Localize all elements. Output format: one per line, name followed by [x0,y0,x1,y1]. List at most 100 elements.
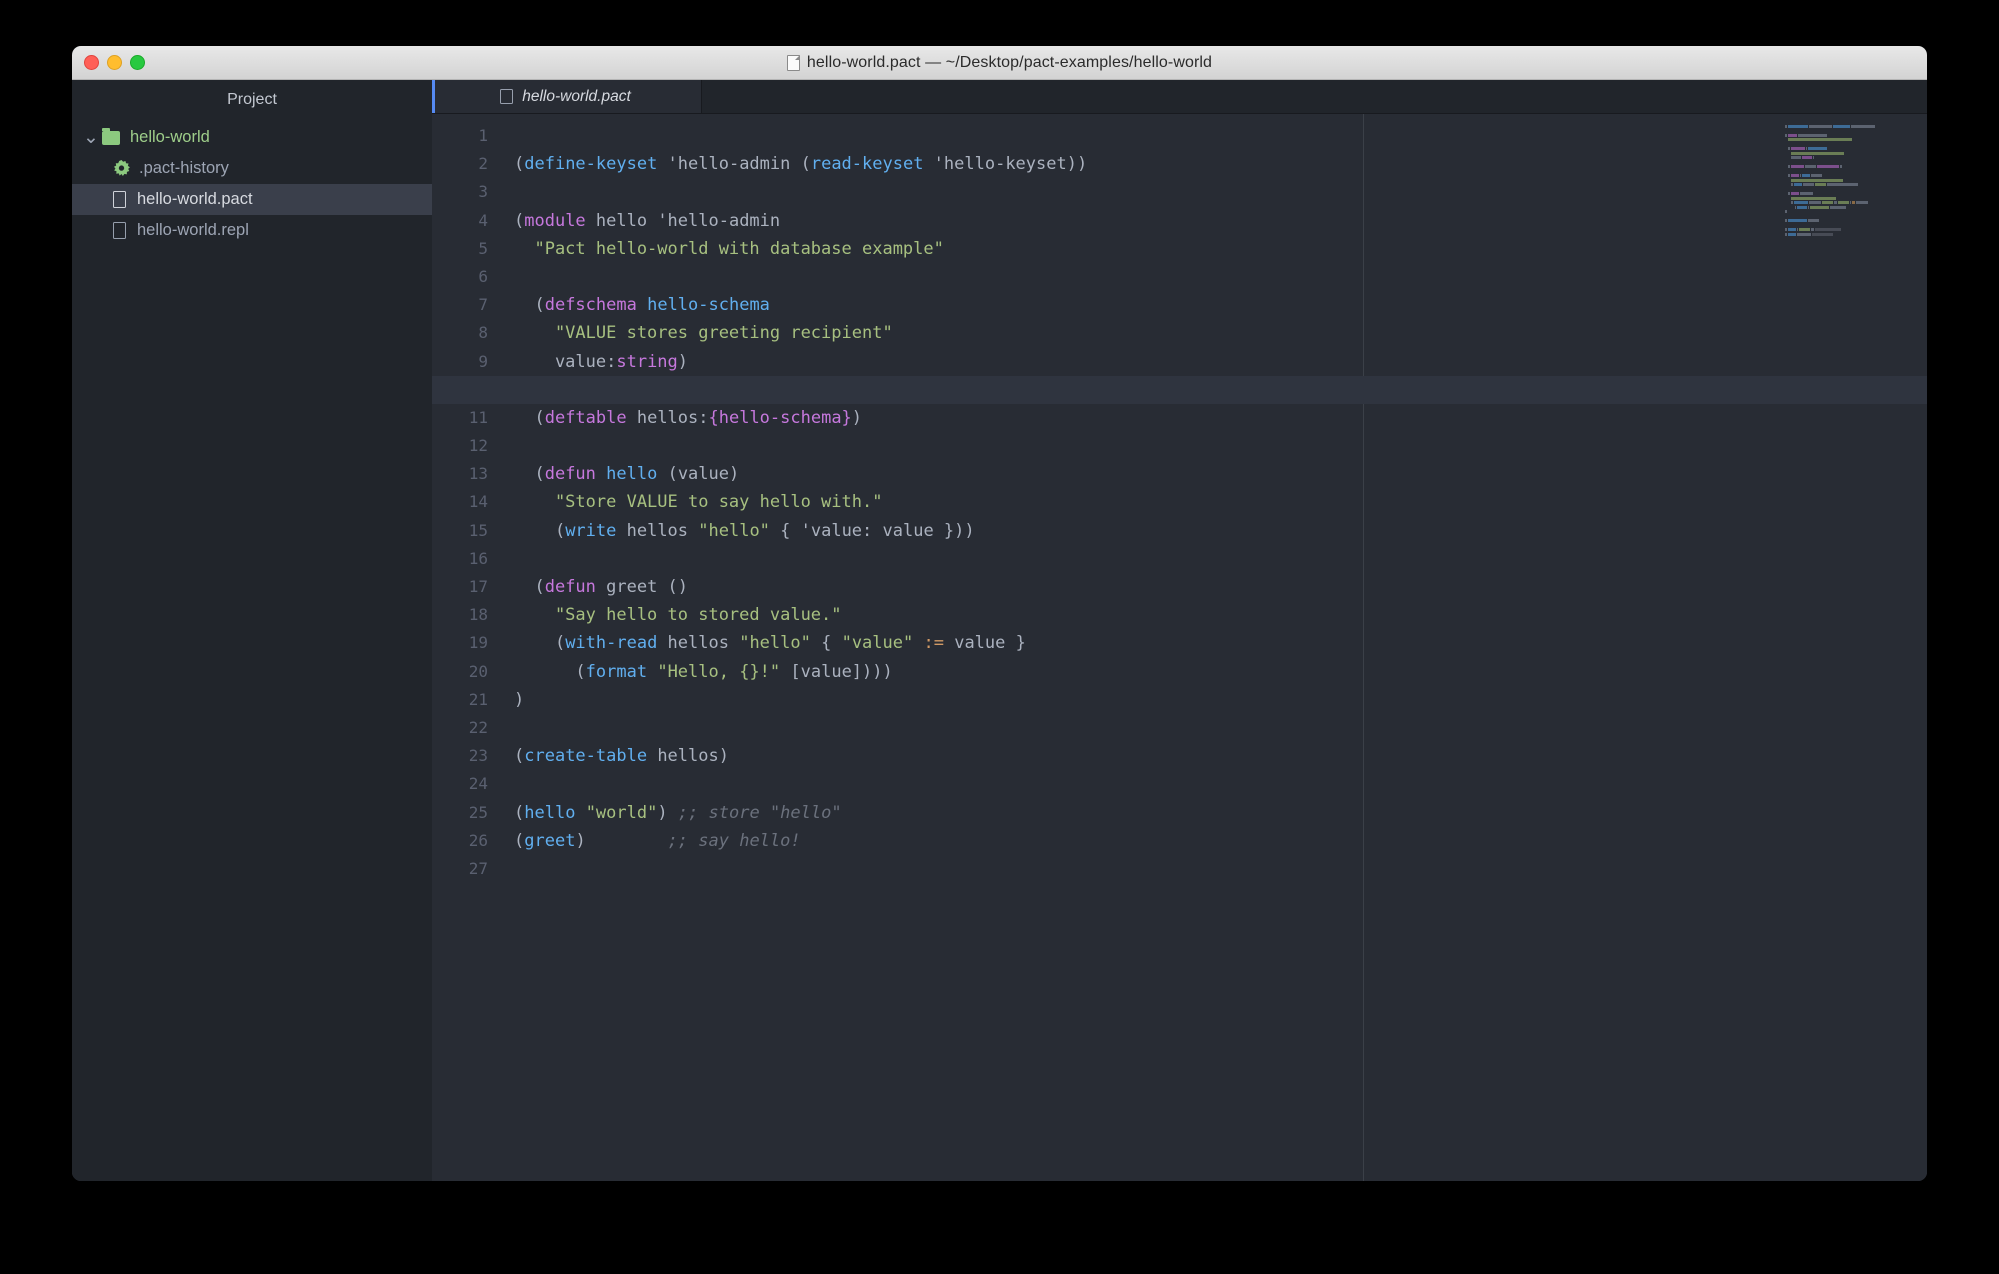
code-token: ( [514,520,566,541]
code-token: hello [524,802,576,823]
tree-item-label: hello-world.repl [137,221,249,239]
code-line[interactable]: (greet) ;; say hello! [514,827,1927,855]
code-token: "Store VALUE to say hello with." [514,492,883,513]
code-token: value } [943,633,1026,654]
code-token: defschema [544,295,637,316]
line-number: 24 [468,774,488,794]
code-token: {hello-schema} [708,407,852,428]
code-line[interactable]: "Store VALUE to say hello with." [514,488,1927,516]
code-line[interactable]: (module hello 'hello-admin [514,207,1927,235]
code-token: (value) [657,464,740,485]
code-line[interactable] [514,770,1927,798]
line-number: 20 [468,661,488,681]
tree-item--pact-history[interactable]: .pact-history [72,153,432,184]
minimap-line [1785,196,1919,200]
minimap-line [1785,120,1919,123]
code-line[interactable] [432,375,1927,404]
code-line[interactable] [514,178,1927,206]
line-number: 26 [468,830,488,850]
tab-hello-world-pact[interactable]: hello-world.pact [432,80,702,113]
minimize-button[interactable] [107,55,122,70]
code-token: hello [606,464,658,485]
tab-label: hello-world.pact [522,87,631,105]
line-number: 17 [468,577,488,596]
code-line[interactable] [514,432,1927,460]
minimap-line [1785,228,1919,231]
file-icon [113,191,126,208]
minimap[interactable] [1779,114,1927,260]
code-token: format [585,661,648,682]
window-title-group: hello-world.pact — ~/Desktop/pact-exampl… [72,54,1927,72]
code-area: 1234567891011121314151617181920212223242… [432,114,1927,883]
code-token: ( [514,633,566,654]
file-icon [500,89,514,104]
minimap-line [1785,183,1919,186]
minimap-line [1785,170,1919,173]
code-token: ( [514,577,545,597]
editor-pane: hello-world.pact 12345678910111213141516… [432,80,1927,1181]
code-token: module [524,210,586,231]
minimap-line [1785,219,1919,222]
code-token: with-read [565,633,658,654]
code-line[interactable]: "Pact hello-world with database example" [514,235,1927,263]
close-button[interactable] [84,55,99,70]
code-line[interactable]: (define-keyset 'hello-admin (read-keyset… [514,150,1927,178]
code-line[interactable]: (write hellos "hello" { 'value: value })… [514,517,1927,545]
code-token: ;; store "hello" [677,802,842,823]
code-editor[interactable]: 1234567891011121314151617181920212223242… [432,114,1927,1181]
title-bar: hello-world.pact — ~/Desktop/pact-exampl… [72,46,1927,80]
minimap-line [1785,192,1919,195]
code-line[interactable] [514,122,1927,150]
line-number: 11 [468,407,488,427]
line-number: 21 [468,689,488,709]
code-token: defun [544,464,596,485]
line-number: 13 [468,464,488,484]
minimap-line [1785,232,1919,236]
tree-item-hello-world-pact[interactable]: hello-world.pact [72,184,432,215]
code-line[interactable]: (with-read hellos "hello" { "value" := v… [514,629,1927,657]
code-token: ( [514,661,586,682]
code-token: hellos: [626,407,709,428]
code-line[interactable]: (format "Hello, {}!" [value]))) [514,658,1927,686]
code-token: read-keyset [810,154,924,175]
tree-item-label: .pact-history [139,159,229,177]
tree-item-hello-world[interactable]: ⌄ hello-world [72,122,432,153]
code-token: hellos [657,633,740,654]
line-number: 19 [468,633,488,653]
code-token: "hello" [698,520,770,541]
minimap-line [1785,201,1919,204]
code-line[interactable]: (defun greet () [514,573,1927,601]
minimap-line [1785,124,1919,128]
code-token: ( [514,154,525,175]
line-number: 3 [478,182,488,202]
code-line[interactable]: (create-table hellos) [514,742,1927,770]
code-token: ( [514,830,525,851]
line-number: 16 [468,548,488,568]
code-line[interactable]: ) [514,686,1927,714]
code-line[interactable]: (defun hello (value) [514,460,1927,488]
code-lines[interactable]: (define-keyset 'hello-admin (read-keyset… [432,122,1927,883]
line-number: 12 [468,436,488,456]
code-line[interactable] [514,714,1927,742]
code-line[interactable]: value:string) [514,348,1927,376]
code-line[interactable] [514,855,1927,883]
code-token: define-keyset [524,154,658,175]
code-token: create-table [524,746,648,767]
sidebar-title: Project [227,91,277,108]
code-line[interactable]: (hello "world") ;; store "hello" [514,799,1927,827]
code-line[interactable] [514,263,1927,291]
code-line[interactable]: "Say hello to stored value." [514,601,1927,629]
code-line[interactable]: "VALUE stores greeting recipient" [514,319,1927,347]
minimap-line [1785,237,1919,240]
code-token: 'hello-keyset)) [923,154,1088,175]
line-number: 18 [468,605,488,625]
code-token: deftable [544,407,627,428]
code-token: hellos [616,520,699,541]
code-token: ( [514,295,545,316]
code-line[interactable]: (defschema hello-schema [514,291,1927,319]
code-line[interactable]: (deftable hellos:{hello-schema}) [514,404,1927,432]
zoom-button[interactable] [130,55,145,70]
code-line[interactable] [514,545,1927,573]
chevron-down-icon[interactable]: ⌄ [82,128,100,147]
tree-item-hello-world-repl[interactable]: hello-world.repl [72,215,432,246]
